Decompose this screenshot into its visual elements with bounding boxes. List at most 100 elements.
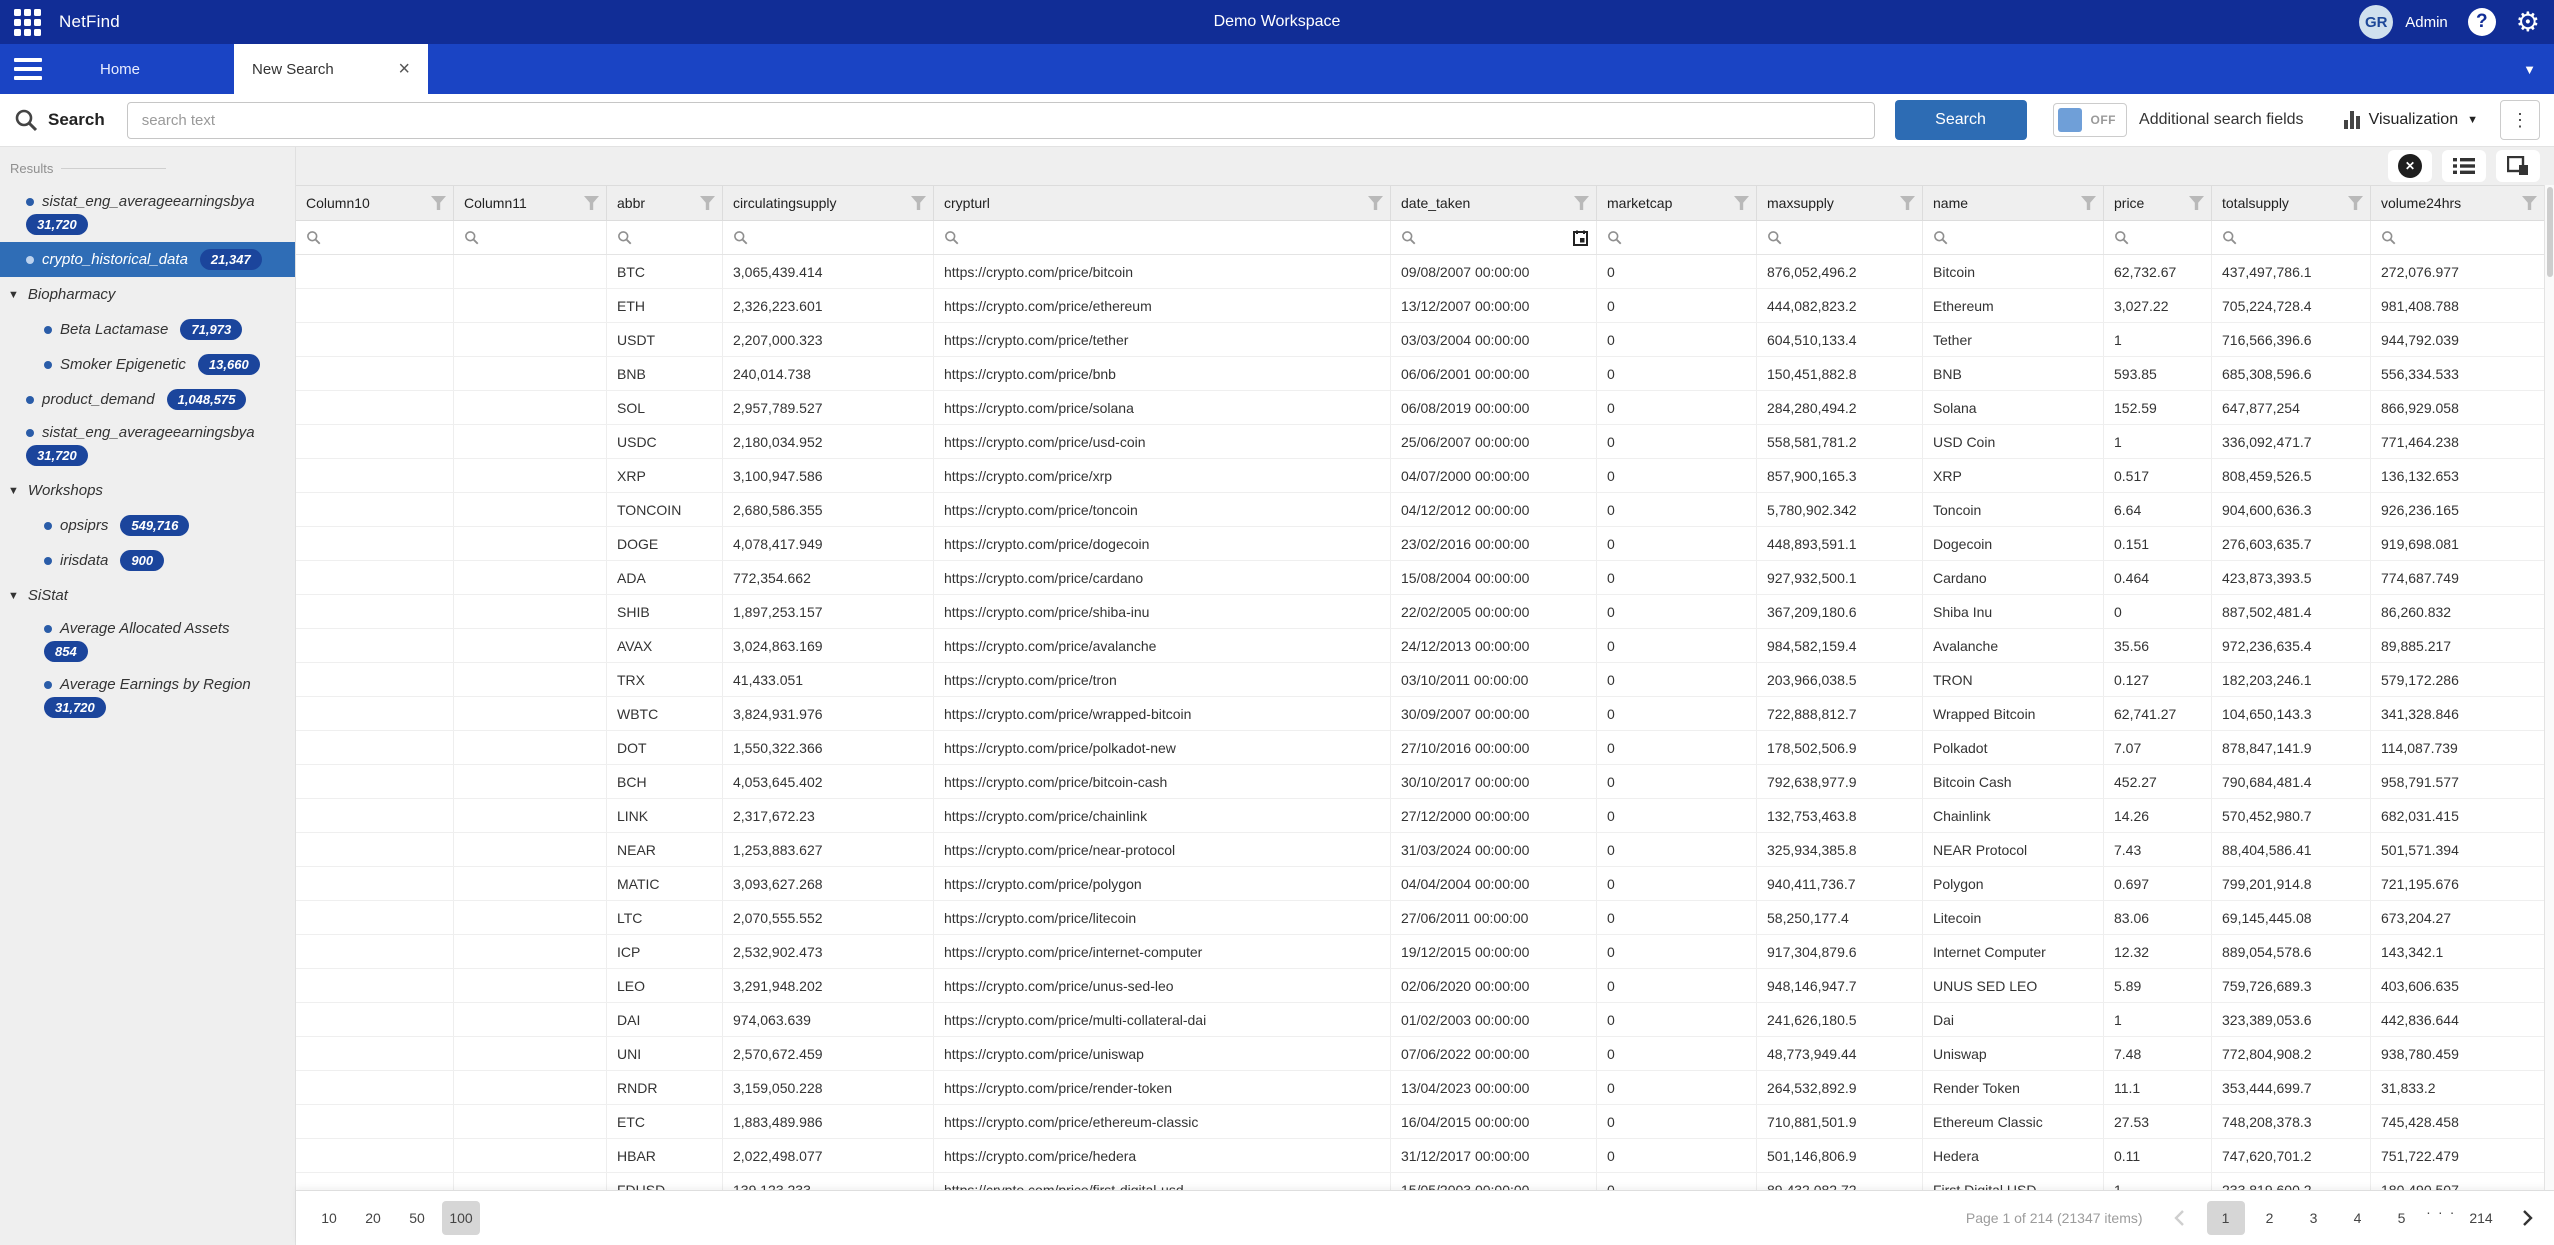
sidebar-item-sistat-eng-averageearningsbya[interactable]: sistat_eng_averageearningsbya 31,720 bbox=[0, 186, 295, 242]
filter-funnel-icon[interactable] bbox=[1900, 196, 1915, 210]
filter-input-Column10[interactable] bbox=[296, 221, 454, 254]
column-header-crypturl[interactable]: crypturl bbox=[934, 186, 1391, 220]
page-number-2[interactable]: 2 bbox=[2251, 1201, 2289, 1235]
filter-input-price[interactable] bbox=[2104, 221, 2212, 254]
list-view-button[interactable] bbox=[2442, 150, 2486, 182]
column-header-price[interactable]: price bbox=[2104, 186, 2212, 220]
table-row[interactable]: BCH 4,053,645.402 https://crypto.com/price… bbox=[296, 765, 2544, 799]
tab-close-icon[interactable]: × bbox=[398, 59, 410, 79]
table-row[interactable]: USDT 2,207,000.323 https://crypto.com/pric… bbox=[296, 323, 2544, 357]
filter-funnel-icon[interactable] bbox=[1734, 196, 1749, 210]
table-row[interactable]: TRX 41,433.051 https://crypto.com/price/tr… bbox=[296, 663, 2544, 697]
filter-funnel-icon[interactable] bbox=[2081, 196, 2096, 210]
filter-funnel-icon[interactable] bbox=[2189, 196, 2204, 210]
table-row[interactable]: AVAX 3,024,863.169 https://crypto.com/pric… bbox=[296, 629, 2544, 663]
table-row[interactable]: LEO 3,291,948.202 https://crypto.com/price… bbox=[296, 969, 2544, 1003]
table-row[interactable]: ICP 2,532,902.473 https://crypto.com/price… bbox=[296, 935, 2544, 969]
filter-input-abbr[interactable] bbox=[607, 221, 723, 254]
page-size-100[interactable]: 100 bbox=[442, 1201, 480, 1235]
table-row[interactable]: XRP 3,100,947.586 https://crypto.com/price… bbox=[296, 459, 2544, 493]
table-row[interactable]: HBAR 2,022,498.077 https://crypto.com/pric… bbox=[296, 1139, 2544, 1173]
table-row[interactable]: WBTC 3,824,931.976 https://crypto.com/pric… bbox=[296, 697, 2544, 731]
page-number-1[interactable]: 1 bbox=[2206, 1201, 2245, 1235]
table-row[interactable]: USDC 2,180,034.952 https://crypto.com/pric… bbox=[296, 425, 2544, 459]
table-row[interactable]: ETC 1,883,489.986 https://crypto.com/price… bbox=[296, 1105, 2544, 1139]
table-row[interactable]: SOL 2,957,789.527 https://crypto.com/price… bbox=[296, 391, 2544, 425]
table-row[interactable]: RNDR 3,159,050.228 https://crypto.com/pric… bbox=[296, 1071, 2544, 1105]
filter-input-date_taken[interactable] bbox=[1391, 221, 1597, 254]
filter-input-name[interactable] bbox=[1923, 221, 2104, 254]
table-row[interactable]: UNI 2,570,672.459 https://crypto.com/price… bbox=[296, 1037, 2544, 1071]
table-row[interactable]: NEAR 1,253,883.627 https://crypto.com/pric… bbox=[296, 833, 2544, 867]
sidebar-item-average-allocated-assets[interactable]: Average Allocated Assets 854 bbox=[0, 613, 295, 669]
page-size-20[interactable]: 20 bbox=[354, 1201, 392, 1235]
table-row[interactable]: MATIC 3,093,627.268 https://crypto.com/pri… bbox=[296, 867, 2544, 901]
sidebar-item-sistat-eng-averageearningsbya[interactable]: sistat_eng_averageearningsbya 31,720 bbox=[0, 417, 295, 473]
additional-fields-toggle[interactable]: OFF bbox=[2052, 103, 2128, 137]
scrollbar-thumb[interactable] bbox=[2547, 187, 2553, 277]
column-header-circulatingsupply[interactable]: circulatingsupply bbox=[723, 186, 934, 220]
filter-input-circulatingsupply[interactable] bbox=[723, 221, 934, 254]
gear-icon[interactable]: ⚙ bbox=[2516, 9, 2540, 36]
filter-input-marketcap[interactable] bbox=[1597, 221, 1757, 254]
page-number-5[interactable]: 5 bbox=[2383, 1201, 2421, 1235]
filter-input-Column11[interactable] bbox=[454, 221, 607, 254]
help-icon[interactable]: ? bbox=[2467, 8, 2496, 36]
table-row[interactable]: LINK 2,317,672.23 https://crypto.com/price… bbox=[296, 799, 2544, 833]
column-chooser-button[interactable] bbox=[2496, 150, 2540, 182]
sidebar-item-beta-lactamase[interactable]: Beta Lactamase 71,973 bbox=[0, 312, 295, 347]
table-row[interactable]: ETH 2,326,223.601 https://crypto.com/price… bbox=[296, 289, 2544, 323]
tab-new-search[interactable]: New Search × bbox=[234, 44, 429, 94]
clear-results-button[interactable]: ✕ bbox=[2388, 150, 2432, 182]
table-row[interactable]: LTC 2,070,555.552 https://crypto.com/price… bbox=[296, 901, 2544, 935]
group-collapse-caret-icon[interactable]: ▼ bbox=[8, 289, 19, 301]
filter-funnel-icon[interactable] bbox=[584, 196, 599, 210]
table-row[interactable]: BNB 240,014.738 https://crypto.com/price/b… bbox=[296, 357, 2544, 391]
previous-page-icon[interactable] bbox=[2167, 1201, 2193, 1235]
group-collapse-caret-icon[interactable]: ▼ bbox=[8, 485, 19, 497]
sidebar-group-biopharmacy[interactable]: ▼ Biopharmacy bbox=[0, 277, 295, 312]
sidebar-item-crypto-historical-data[interactable]: crypto_historical_data 21,347 bbox=[0, 242, 295, 277]
calendar-icon[interactable] bbox=[1573, 230, 1588, 246]
filter-funnel-icon[interactable] bbox=[431, 196, 446, 210]
page-size-10[interactable]: 10 bbox=[310, 1201, 348, 1235]
filter-input-maxsupply[interactable] bbox=[1757, 221, 1923, 254]
column-header-Column10[interactable]: Column10 bbox=[296, 186, 454, 220]
column-header-marketcap[interactable]: marketcap bbox=[1597, 186, 1757, 220]
filter-input-volume24hrs[interactable] bbox=[2371, 221, 2544, 254]
column-header-Column11[interactable]: Column11 bbox=[454, 186, 607, 220]
vertical-scrollbar[interactable] bbox=[2544, 185, 2554, 1190]
table-row[interactable]: ADA 772,354.662 https://crypto.com/price/c… bbox=[296, 561, 2544, 595]
table-row[interactable]: DAI 974,063.639 https://crypto.com/price/m… bbox=[296, 1003, 2544, 1037]
page-size-50[interactable]: 50 bbox=[398, 1201, 436, 1235]
avatar[interactable]: GR bbox=[2359, 5, 2394, 39]
search-button[interactable]: Search bbox=[1894, 100, 2027, 140]
column-header-maxsupply[interactable]: maxsupply bbox=[1757, 186, 1923, 220]
sidebar-item-irisdata[interactable]: irisdata 900 bbox=[0, 543, 295, 578]
filter-funnel-icon[interactable] bbox=[1368, 196, 1383, 210]
table-row[interactable]: SHIB 1,897,253.157 https://crypto.com/pric… bbox=[296, 595, 2544, 629]
column-header-name[interactable]: name bbox=[1923, 186, 2104, 220]
filter-funnel-icon[interactable] bbox=[700, 196, 715, 210]
filter-input-totalsupply[interactable] bbox=[2212, 221, 2371, 254]
filter-funnel-icon[interactable] bbox=[2348, 196, 2363, 210]
page-number-3[interactable]: 3 bbox=[2295, 1201, 2333, 1235]
table-row[interactable]: TONCOIN 2,680,586.355 https://crypto.com/p… bbox=[296, 493, 2544, 527]
table-row[interactable]: FDUSD 139,123.233 https://crypto.com/price… bbox=[296, 1173, 2544, 1190]
apps-grid-icon[interactable] bbox=[14, 8, 41, 36]
sidebar-item-product-demand[interactable]: product_demand 1,048,575 bbox=[0, 382, 295, 417]
filter-funnel-icon[interactable] bbox=[1574, 196, 1589, 210]
table-row[interactable]: DOGE 4,078,417.949 https://crypto.com/pric… bbox=[296, 527, 2544, 561]
sidebar-group-workshops[interactable]: ▼ Workshops bbox=[0, 473, 295, 508]
table-row[interactable]: BTC 3,065,439.414 https://crypto.com/price… bbox=[296, 255, 2544, 289]
filter-funnel-icon[interactable] bbox=[2522, 196, 2537, 210]
search-input[interactable] bbox=[126, 101, 1875, 139]
table-row[interactable]: DOT 1,550,322.366 https://crypto.com/price… bbox=[296, 731, 2544, 765]
filter-funnel-icon[interactable] bbox=[911, 196, 926, 210]
column-header-totalsupply[interactable]: totalsupply bbox=[2212, 186, 2371, 220]
tab-home[interactable]: Home bbox=[100, 61, 140, 78]
column-header-abbr[interactable]: abbr bbox=[607, 186, 723, 220]
sidebar-item-smoker-epigenetic[interactable]: Smoker Epigenetic 13,660 bbox=[0, 347, 295, 382]
next-page-icon[interactable] bbox=[2514, 1201, 2540, 1235]
column-header-date_taken[interactable]: date_taken bbox=[1391, 186, 1597, 220]
